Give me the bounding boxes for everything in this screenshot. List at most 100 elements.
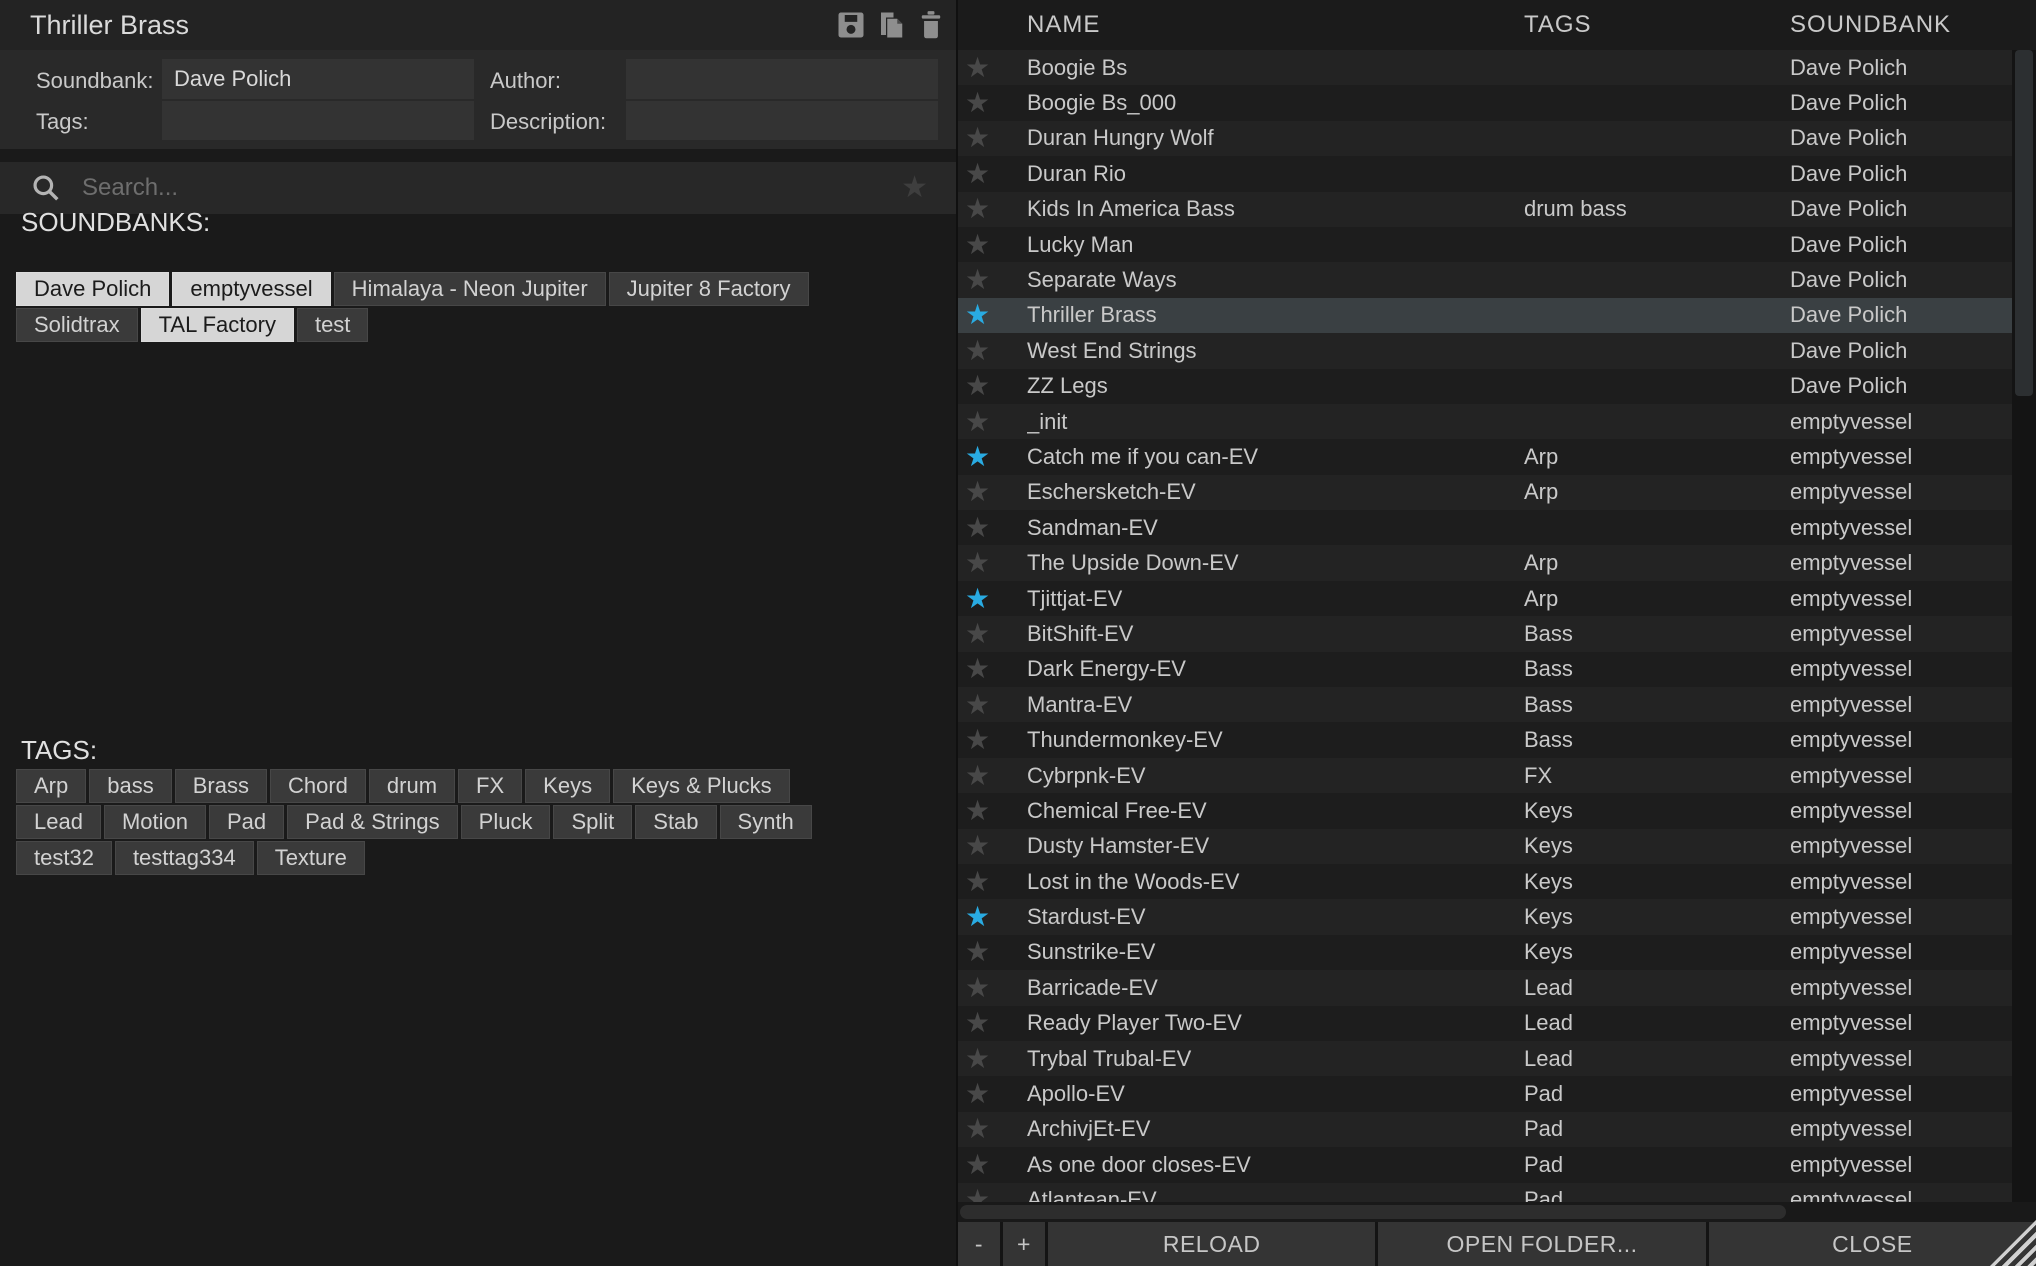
table-row[interactable]: ★Sunstrike-EVKeysemptyvessel bbox=[958, 935, 2012, 970]
favorite-star-icon[interactable]: ★ bbox=[958, 903, 1027, 931]
favorite-star-icon[interactable]: ★ bbox=[958, 372, 1027, 400]
table-row[interactable]: ★Atlantean-EVPademptyvessel bbox=[958, 1183, 2012, 1203]
table-row[interactable]: ★Cybrpnk-EVFXemptyvessel bbox=[958, 758, 2012, 793]
table-row[interactable]: ★The Upside Down-EVArpemptyvessel bbox=[958, 545, 2012, 580]
table-row[interactable]: ★Lucky ManDave Polich bbox=[958, 227, 2012, 262]
table-row[interactable]: ★Tjittjat-EVArpemptyvessel bbox=[958, 581, 2012, 616]
favorite-star-icon[interactable]: ★ bbox=[958, 301, 1027, 329]
open-folder-button[interactable]: OPEN FOLDER... bbox=[1378, 1222, 1705, 1266]
tag-chip-lead[interactable]: Lead bbox=[16, 805, 101, 839]
favorite-star-icon[interactable]: ★ bbox=[958, 726, 1027, 754]
table-row[interactable]: ★Apollo-EVPademptyvessel bbox=[958, 1076, 2012, 1111]
tag-chip-synth[interactable]: Synth bbox=[720, 805, 812, 839]
favorite-star-icon[interactable]: ★ bbox=[958, 1009, 1027, 1037]
table-row[interactable]: ★Kids In America Bassdrum bassDave Polic… bbox=[958, 192, 2012, 227]
tag-chip-split[interactable]: Split bbox=[553, 805, 632, 839]
table-row[interactable]: ★Dark Energy-EVBassemptyvessel bbox=[958, 652, 2012, 687]
favorite-star-icon[interactable]: ★ bbox=[958, 585, 1027, 613]
table-row[interactable]: ★Lost in the Woods-EVKeysemptyvessel bbox=[958, 864, 2012, 899]
table-row[interactable]: ★_initemptyvessel bbox=[958, 404, 2012, 439]
table-row[interactable]: ★Sandman-EVemptyvessel bbox=[958, 510, 2012, 545]
search-input[interactable] bbox=[80, 173, 886, 203]
soundbank-chip-solidtrax[interactable]: Solidtrax bbox=[16, 308, 138, 342]
horizontal-scrollbar-thumb[interactable] bbox=[960, 1205, 1786, 1219]
favorite-star-icon[interactable]: ★ bbox=[958, 514, 1027, 542]
table-row[interactable]: ★Duran RioDave Polich bbox=[958, 156, 2012, 191]
favorite-star-icon[interactable]: ★ bbox=[958, 124, 1027, 152]
tag-chip-pluck[interactable]: Pluck bbox=[461, 805, 551, 839]
description-field[interactable] bbox=[626, 101, 938, 140]
table-row[interactable]: ★Separate WaysDave Polich bbox=[958, 262, 2012, 297]
favorite-star-icon[interactable]: ★ bbox=[958, 1080, 1027, 1108]
soundbank-chip-emptyvessel[interactable]: emptyvessel bbox=[172, 272, 330, 306]
favorite-star-icon[interactable]: ★ bbox=[958, 1151, 1027, 1179]
favorite-star-icon[interactable]: ★ bbox=[958, 1045, 1027, 1073]
favorite-star-icon[interactable]: ★ bbox=[958, 160, 1027, 188]
favorite-star-icon[interactable]: ★ bbox=[958, 195, 1027, 223]
table-row[interactable]: ★ZZ LegsDave Polich bbox=[958, 369, 2012, 404]
soundbank-chip-himalaya-neon-jupiter[interactable]: Himalaya - Neon Jupiter bbox=[334, 272, 606, 306]
table-row[interactable]: ★Duran Hungry WolfDave Polich bbox=[958, 121, 2012, 156]
table-row[interactable]: ★Dusty Hamster-EVKeysemptyvessel bbox=[958, 829, 2012, 864]
favorite-star-icon[interactable]: ★ bbox=[958, 89, 1027, 117]
duplicate-button[interactable] bbox=[875, 7, 907, 43]
favorite-filter-star-icon[interactable]: ★ bbox=[901, 170, 928, 206]
favorite-star-icon[interactable]: ★ bbox=[958, 762, 1027, 790]
delete-button[interactable] bbox=[915, 7, 947, 43]
favorite-star-icon[interactable]: ★ bbox=[958, 54, 1027, 82]
soundbank-chip-jupiter-8-factory[interactable]: Jupiter 8 Factory bbox=[609, 272, 809, 306]
table-row[interactable]: ★West End StringsDave Polich bbox=[958, 333, 2012, 368]
favorite-star-icon[interactable]: ★ bbox=[958, 231, 1027, 259]
close-button[interactable]: CLOSE bbox=[1709, 1222, 2036, 1266]
tag-chip-keys[interactable]: Keys bbox=[525, 769, 610, 803]
table-row[interactable]: ★Barricade-EVLeademptyvessel bbox=[958, 970, 2012, 1005]
favorite-star-icon[interactable]: ★ bbox=[958, 974, 1027, 1002]
favorite-star-icon[interactable]: ★ bbox=[958, 691, 1027, 719]
table-row[interactable]: ★Ready Player Two-EVLeademptyvessel bbox=[958, 1006, 2012, 1041]
favorite-star-icon[interactable]: ★ bbox=[958, 549, 1027, 577]
column-header-tags[interactable]: TAGS bbox=[1524, 11, 1790, 39]
favorite-star-icon[interactable]: ★ bbox=[958, 1186, 1027, 1202]
soundbank-field[interactable] bbox=[162, 59, 474, 99]
column-header-name[interactable]: NAME bbox=[1027, 11, 1524, 39]
save-button[interactable] bbox=[835, 7, 867, 43]
table-row-selected[interactable]: ★Thriller BrassDave Polich bbox=[958, 298, 2012, 333]
favorite-star-icon[interactable]: ★ bbox=[958, 478, 1027, 506]
tag-chip-motion[interactable]: Motion bbox=[104, 805, 206, 839]
soundbank-chip-dave-polich[interactable]: Dave Polich bbox=[16, 272, 169, 306]
table-row[interactable]: ★Eschersketch-EVArpemptyvessel bbox=[958, 475, 2012, 510]
favorite-star-icon[interactable]: ★ bbox=[958, 620, 1027, 648]
tag-chip-keys-plucks[interactable]: Keys & Plucks bbox=[613, 769, 790, 803]
table-row[interactable]: ★Trybal Trubal-EVLeademptyvessel bbox=[958, 1041, 2012, 1076]
soundbank-chip-test[interactable]: test bbox=[297, 308, 368, 342]
tag-chip-stab[interactable]: Stab bbox=[635, 805, 716, 839]
reload-button[interactable]: RELOAD bbox=[1048, 1222, 1375, 1266]
tag-chip-fx[interactable]: FX bbox=[458, 769, 522, 803]
tags-field[interactable] bbox=[162, 101, 474, 140]
favorite-star-icon[interactable]: ★ bbox=[958, 408, 1027, 436]
decrease-button[interactable]: - bbox=[958, 1222, 1000, 1266]
horizontal-scrollbar[interactable] bbox=[958, 1202, 2036, 1222]
favorite-star-icon[interactable]: ★ bbox=[958, 337, 1027, 365]
table-row[interactable]: ★Chemical Free-EVKeysemptyvessel bbox=[958, 793, 2012, 828]
favorite-star-icon[interactable]: ★ bbox=[958, 266, 1027, 294]
table-row[interactable]: ★Boogie BsDave Polich bbox=[958, 50, 2012, 85]
table-row[interactable]: ★Catch me if you can-EVArpemptyvessel bbox=[958, 439, 2012, 474]
tag-chip-pad-strings[interactable]: Pad & Strings bbox=[287, 805, 458, 839]
tag-chip-testtag334[interactable]: testtag334 bbox=[115, 841, 254, 875]
table-row[interactable]: ★Boogie Bs_000Dave Polich bbox=[958, 85, 2012, 120]
favorite-star-icon[interactable]: ★ bbox=[958, 868, 1027, 896]
table-row[interactable]: ★As one door closes-EVPademptyvessel bbox=[958, 1147, 2012, 1182]
soundbank-chip-tal-factory[interactable]: TAL Factory bbox=[141, 308, 294, 342]
column-header-soundbank[interactable]: SOUNDBANK bbox=[1790, 11, 2036, 39]
favorite-star-icon[interactable]: ★ bbox=[958, 832, 1027, 860]
favorite-star-icon[interactable]: ★ bbox=[958, 797, 1027, 825]
table-row[interactable]: ★Mantra-EVBassemptyvessel bbox=[958, 687, 2012, 722]
tag-chip-arp[interactable]: Arp bbox=[16, 769, 86, 803]
table-row[interactable]: ★BitShift-EVBassemptyvessel bbox=[958, 616, 2012, 651]
favorite-star-icon[interactable]: ★ bbox=[958, 1115, 1027, 1143]
vertical-scrollbar-thumb[interactable] bbox=[2015, 50, 2033, 396]
table-row[interactable]: ★ArchivjEt-EVPademptyvessel bbox=[958, 1112, 2012, 1147]
author-field[interactable] bbox=[626, 59, 938, 99]
vertical-scrollbar[interactable] bbox=[2012, 50, 2036, 1202]
